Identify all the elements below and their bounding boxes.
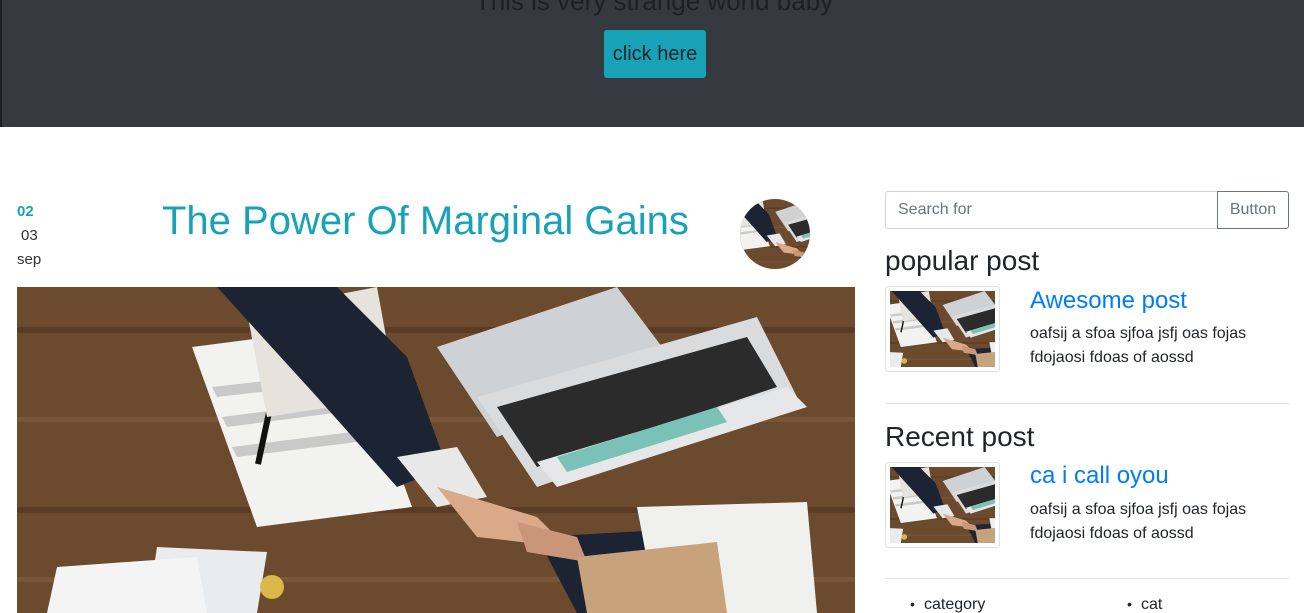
post-date: 02 03 sep — [17, 200, 77, 272]
category-list-secondary: cat — [1127, 596, 1162, 613]
recent-post-heading: Recent post — [885, 421, 1035, 452]
date-day-secondary: 03 — [21, 227, 38, 244]
avatar-image — [740, 199, 810, 269]
recent-post-excerpt: oafsij a sfoa sjfoa jsfj oas fojas fdoja… — [1030, 501, 1247, 542]
divider — [885, 578, 1289, 579]
popular-post-excerpt: oafsij a sfoa sjfoa jsfj oas fojas fdoja… — [1030, 325, 1247, 366]
divider — [885, 403, 1289, 404]
category-item[interactable]: cat — [1127, 596, 1162, 613]
date-day-primary: 02 — [17, 203, 34, 220]
post-featured-image — [17, 287, 855, 613]
hero-title: This is very strange world baby — [474, 0, 834, 16]
popular-post-image — [890, 291, 995, 367]
search-button[interactable]: Button — [1217, 191, 1289, 229]
post-title[interactable]: The Power Of Marginal Gains — [162, 199, 689, 244]
recent-post-title[interactable]: ca i call oyou — [1030, 462, 1169, 490]
hero-banner: This is very strange world baby click he… — [0, 0, 1304, 127]
search-input[interactable] — [885, 191, 1217, 229]
date-month: sep — [17, 251, 42, 268]
handshake-photo — [17, 287, 855, 613]
popular-post-heading: popular post — [885, 245, 1040, 276]
category-list: category — [910, 596, 985, 613]
recent-post-thumbnail[interactable] — [885, 462, 1000, 548]
click-here-button[interactable]: click here — [604, 30, 706, 78]
search-group: Button — [885, 191, 1289, 229]
popular-post-thumbnail[interactable] — [885, 286, 1000, 372]
avatar — [740, 199, 810, 269]
popular-post-title[interactable]: Awesome post — [1030, 287, 1187, 315]
recent-post-image — [890, 467, 995, 543]
category-item[interactable]: category — [910, 596, 985, 613]
